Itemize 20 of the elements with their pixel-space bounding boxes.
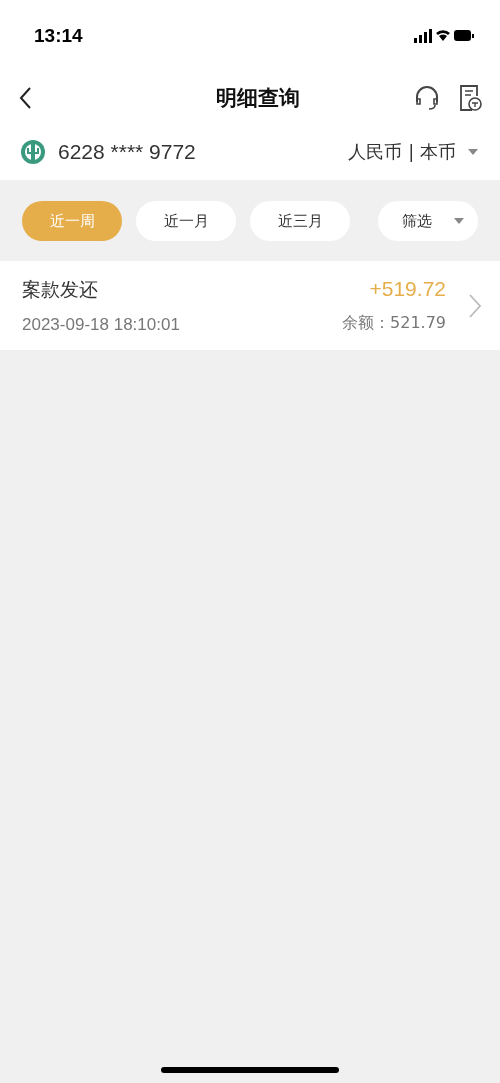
transaction-amount: +519.72 [368,277,446,301]
filter-dropdown[interactable]: 筛选 [378,201,478,241]
caret-icon [468,149,478,155]
status-icons [414,28,474,44]
bank-logo-icon [20,139,46,165]
period-tab[interactable]: 近一月 [136,201,236,241]
status-time: 13:14 [34,25,83,47]
transaction-time: 2023-09-18 18:10:01 [22,314,181,335]
caret-icon [454,218,464,224]
page-title: 明细查询 [216,85,300,112]
headset-icon[interactable] [414,84,440,112]
period-tab[interactable]: 近三月 [250,201,350,241]
account-number: 6228 **** 9772 [58,140,196,164]
transaction-title: 案款发还 [22,276,99,302]
transaction-row[interactable]: 案款发还 2023-09-18 18:10:01 +519.72 余额：521.79 [0,261,500,350]
export-document-icon[interactable] [458,84,482,112]
chevron-icon [468,292,482,319]
back-icon[interactable] [18,86,32,110]
balance-text: 余额：521.79 [342,313,446,334]
currency-selector[interactable]: 人民币 | 本币 [348,140,478,164]
